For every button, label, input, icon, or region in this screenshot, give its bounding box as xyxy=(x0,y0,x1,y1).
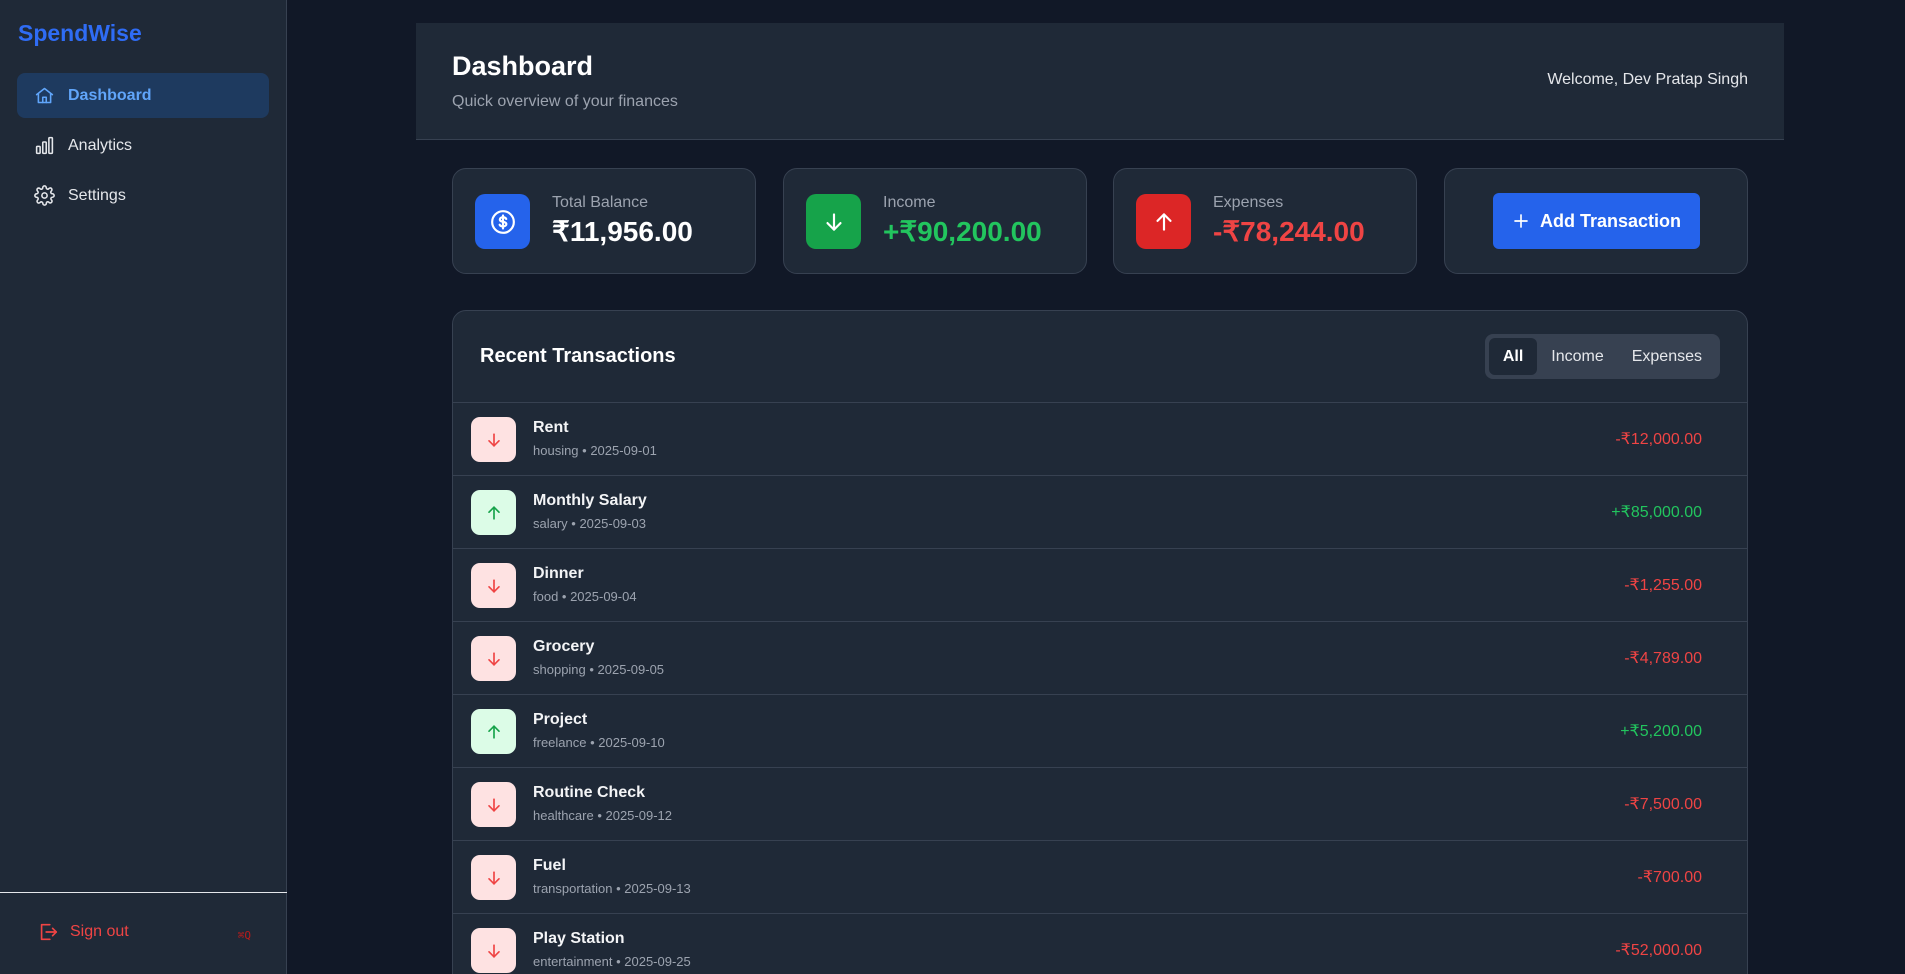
income-card: Income +₹90,200.00 xyxy=(783,168,1087,274)
transaction-meta: transportation • 2025-09-13 xyxy=(533,881,691,896)
transaction-amount: -₹700.00 xyxy=(1637,869,1702,886)
transaction-name: Play Station xyxy=(533,930,625,947)
gear-icon xyxy=(33,185,55,207)
table-row[interactable]: Routine Check healthcare • 2025-09-12 -₹7,… xyxy=(453,768,1747,841)
transaction-name: Monthly Salary xyxy=(533,492,647,509)
recent-transactions-panel: Recent Transactions All Income Expenses … xyxy=(452,310,1748,974)
balance-label: Total Balance xyxy=(552,194,649,211)
balance-value: ₹11,956.00 xyxy=(552,216,693,247)
table-row[interactable]: Grocery shopping • 2025-09-05 -₹4,789.00 xyxy=(453,622,1747,695)
logout-icon xyxy=(40,923,58,941)
transactions-list: Rent housing • 2025-09-01 -₹12,000.00 Month… xyxy=(453,403,1747,974)
transaction-amount: +₹5,200.00 xyxy=(1620,723,1702,740)
sidebar-item-analytics[interactable]: Analytics xyxy=(17,123,269,168)
add-transaction-button[interactable]: Add Transaction xyxy=(1493,193,1700,249)
signout-button[interactable]: Sign out xyxy=(37,921,129,943)
add-transaction-label: Add Transaction xyxy=(1539,210,1682,231)
page-header: Dashboard Quick overview of your finance… xyxy=(416,23,1784,140)
table-row[interactable]: Fuel transportation • 2025-09-13 -₹700.00 xyxy=(453,841,1747,914)
plus-icon xyxy=(1514,214,1528,228)
table-row[interactable]: Play Station entertainment • 2025-09-25 -₹… xyxy=(453,914,1747,974)
transaction-meta: food • 2025-09-04 xyxy=(533,589,637,604)
app-logo[interactable]: SpendWise xyxy=(18,20,142,47)
income-value: +₹90,200.00 xyxy=(883,216,1042,247)
income-label: Income xyxy=(883,194,936,211)
transaction-meta: freelance • 2025-09-10 xyxy=(533,735,665,750)
transaction-filter-group: All Income Expenses xyxy=(1484,334,1720,379)
sidebar-item-dashboard[interactable]: Dashboard xyxy=(17,73,269,118)
page-title: Dashboard xyxy=(452,51,594,81)
sidebar-item-settings[interactable]: Settings xyxy=(17,173,269,218)
filter-all[interactable]: All xyxy=(1488,338,1538,375)
transaction-amount: -₹12,000.00 xyxy=(1615,431,1702,448)
total-balance-card: Total Balance ₹11,956.00 xyxy=(452,168,756,274)
sidebar-footer: Sign out ⌘Q xyxy=(0,892,287,974)
arrow-down-icon xyxy=(806,194,861,249)
sidebar-item-label: Settings xyxy=(68,186,126,204)
bar-chart-icon xyxy=(33,135,55,157)
arrow-down-icon xyxy=(471,928,516,973)
transaction-meta: housing • 2025-09-01 xyxy=(533,443,657,458)
transaction-name: Routine Check xyxy=(533,784,646,801)
sidebar: SpendWise Dashboard Analytics Settings S… xyxy=(0,0,287,974)
arrow-down-icon xyxy=(471,636,516,681)
welcome-message: Welcome, Dev Pratap Singh xyxy=(1547,71,1748,88)
table-row[interactable]: Project freelance • 2025-09-10 +₹5,200.00 xyxy=(453,695,1747,768)
table-row[interactable]: Rent housing • 2025-09-01 -₹12,000.00 xyxy=(453,403,1747,476)
transactions-title: Recent Transactions xyxy=(480,345,676,367)
arrow-down-icon xyxy=(471,563,516,608)
arrow-down-icon xyxy=(471,855,516,900)
expenses-label: Expenses xyxy=(1213,194,1284,211)
page-subtitle: Quick overview of your finances xyxy=(452,93,678,110)
expenses-value: -₹78,244.00 xyxy=(1213,216,1365,247)
signout-label: Sign out xyxy=(70,923,129,940)
home-icon xyxy=(33,85,55,107)
transaction-amount: -₹7,500.00 xyxy=(1624,796,1702,813)
arrow-down-icon xyxy=(471,782,516,827)
dollar-icon xyxy=(475,194,530,249)
arrow-down-icon xyxy=(471,417,516,462)
transaction-amount: -₹1,255.00 xyxy=(1624,577,1702,594)
table-row[interactable]: Monthly Salary salary • 2025-09-03 +₹85,00… xyxy=(453,476,1747,549)
transaction-name: Rent xyxy=(533,419,569,436)
transaction-meta: shopping • 2025-09-05 xyxy=(533,662,665,677)
table-row[interactable]: Dinner food • 2025-09-04 -₹1,255.00 xyxy=(453,549,1747,622)
arrow-up-icon xyxy=(471,709,516,754)
add-transaction-card: Add Transaction xyxy=(1444,168,1748,274)
sidebar-item-label: Analytics xyxy=(68,136,133,154)
transaction-name: Project xyxy=(533,711,588,728)
transaction-name: Fuel xyxy=(533,857,566,874)
transactions-header: Recent Transactions All Income Expenses xyxy=(453,311,1747,403)
expenses-card: Expenses -₹78,244.00 xyxy=(1113,168,1417,274)
transaction-meta: salary • 2025-09-03 xyxy=(533,516,646,531)
sidebar-nav: Dashboard Analytics Settings xyxy=(17,73,269,223)
transaction-name: Dinner xyxy=(533,565,584,582)
filter-expenses[interactable]: Expenses xyxy=(1618,338,1716,375)
transaction-meta: healthcare • 2025-09-12 xyxy=(533,808,672,823)
arrow-up-icon xyxy=(471,490,516,535)
signout-shortcut: ⌘Q xyxy=(237,929,251,942)
transaction-name: Grocery xyxy=(533,638,595,655)
transaction-amount: -₹52,000.00 xyxy=(1615,942,1702,959)
filter-income[interactable]: Income xyxy=(1537,338,1617,375)
transaction-meta: entertainment • 2025-09-25 xyxy=(533,954,691,969)
arrow-up-icon xyxy=(1136,194,1191,249)
transaction-amount: -₹4,789.00 xyxy=(1624,650,1702,667)
transaction-amount: +₹85,000.00 xyxy=(1611,504,1702,521)
sidebar-item-label: Dashboard xyxy=(68,86,152,104)
